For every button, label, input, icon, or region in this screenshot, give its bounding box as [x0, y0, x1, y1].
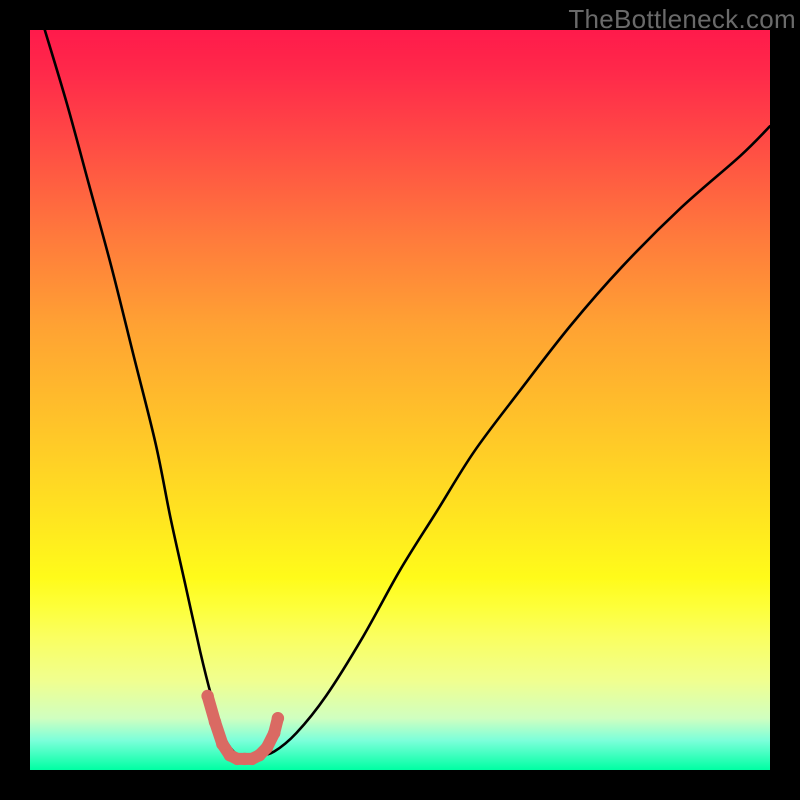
bottom-highlight-dot — [201, 690, 213, 702]
watermark-text: TheBottleneck.com — [568, 4, 796, 35]
bottleneck-curve — [45, 30, 770, 756]
bottom-highlight-dot — [268, 727, 280, 739]
chart-frame: TheBottleneck.com — [0, 0, 800, 800]
bottom-highlight-dot — [216, 738, 228, 750]
bottom-highlight-dot — [209, 716, 221, 728]
plot-area — [30, 30, 770, 770]
bottom-highlight-dot — [261, 742, 273, 754]
chart-svg — [30, 30, 770, 770]
bottom-highlight-dot — [272, 712, 284, 724]
